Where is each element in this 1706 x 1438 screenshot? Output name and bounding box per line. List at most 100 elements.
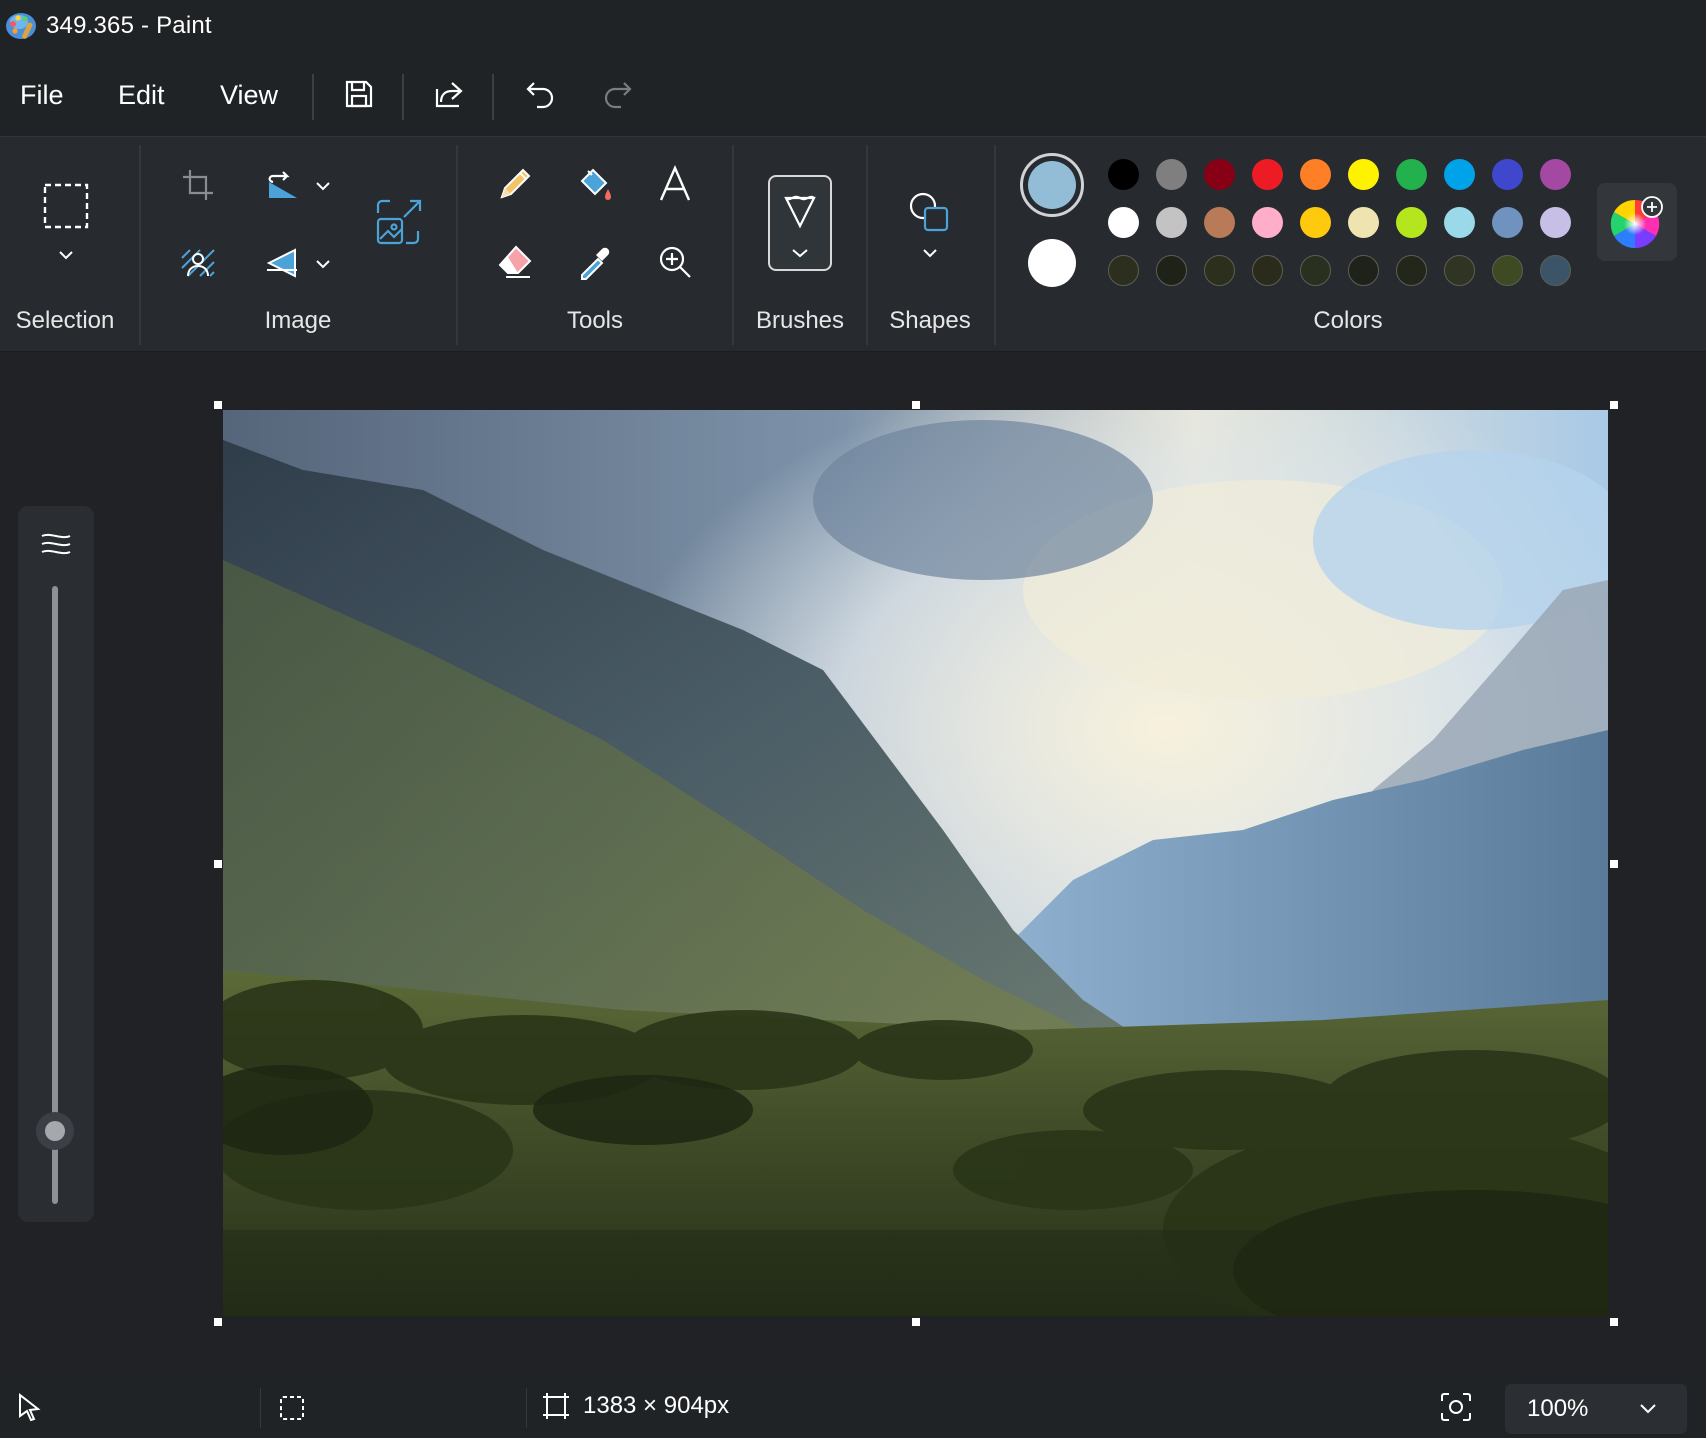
canvas-size-text: 1383 × 904px — [583, 1392, 730, 1419]
color-swatch[interactable] — [1444, 159, 1475, 190]
color-swatch[interactable] — [1300, 207, 1331, 238]
color-swatch[interactable] — [1540, 207, 1571, 238]
resize-handle-bottom-left[interactable] — [213, 1317, 223, 1327]
window-title: 349.365 - Paint — [46, 12, 212, 39]
menu-file[interactable]: File — [20, 80, 64, 111]
share-button[interactable] — [427, 72, 471, 116]
zoom-slider-thumb[interactable] — [36, 1112, 74, 1150]
paint-app-icon — [6, 13, 36, 39]
rotate-dropdown[interactable] — [310, 173, 336, 199]
chevron-down-icon — [316, 260, 330, 269]
resize-handle-right[interactable] — [1609, 859, 1619, 869]
magnifier-button[interactable] — [652, 239, 698, 285]
color-swatch[interactable] — [1300, 159, 1331, 190]
primary-color-ring[interactable] — [1020, 153, 1084, 217]
color-swatch[interactable] — [1156, 159, 1187, 190]
redo-button[interactable] — [596, 72, 640, 116]
selection-size-icon — [280, 1396, 304, 1420]
color-swatch[interactable] — [1252, 207, 1283, 238]
color-picker-button[interactable] — [572, 239, 618, 285]
color-swatch[interactable] — [1348, 207, 1379, 238]
flip-dropdown[interactable] — [310, 251, 336, 277]
zoom-slider-panel — [18, 506, 94, 1222]
resize-handle-bottom-right[interactable] — [1609, 1317, 1619, 1327]
shapes-dropdown[interactable] — [918, 241, 942, 265]
color-swatch[interactable] — [1396, 255, 1427, 286]
selection-dropdown[interactable] — [54, 243, 78, 267]
group-label-tools: Tools — [566, 307, 624, 334]
color-swatch[interactable] — [1492, 207, 1523, 238]
save-icon — [345, 80, 373, 108]
color-swatch[interactable] — [1444, 207, 1475, 238]
color-swatch[interactable] — [1204, 159, 1235, 190]
save-button[interactable] — [337, 72, 381, 116]
pencil-icon — [500, 168, 531, 199]
color-swatch[interactable] — [1156, 207, 1187, 238]
color-swatch[interactable] — [1108, 255, 1139, 286]
share-icon — [435, 82, 463, 108]
text-button[interactable] — [652, 161, 698, 207]
resize-handle-top[interactable] — [911, 400, 921, 410]
rotate-button[interactable] — [260, 163, 304, 207]
undo-button[interactable] — [518, 72, 562, 116]
color-swatch[interactable] — [1396, 207, 1427, 238]
zoom-dropdown[interactable]: 100% — [1505, 1384, 1687, 1434]
redo-icon — [604, 82, 632, 109]
resize-handle-bottom[interactable] — [911, 1317, 921, 1327]
canvas-image[interactable] — [223, 410, 1608, 1316]
chevron-down-icon — [59, 251, 73, 260]
color-swatch[interactable] — [1540, 255, 1571, 286]
group-divider — [866, 145, 868, 345]
landscape-painting — [223, 410, 1608, 1316]
eraser-button[interactable] — [492, 239, 538, 285]
shapes-button[interactable] — [904, 187, 954, 237]
menu-edit[interactable]: Edit — [118, 80, 165, 111]
primary-color — [1028, 161, 1076, 209]
fit-to-window-icon[interactable] — [1440, 1392, 1472, 1422]
menu-divider — [312, 74, 314, 120]
group-label-shapes: Shapes — [889, 307, 971, 334]
pencil-button[interactable] — [492, 161, 538, 207]
color-swatch[interactable] — [1300, 255, 1331, 286]
color-swatch[interactable] — [1204, 255, 1235, 286]
color-picker-icon — [581, 247, 610, 280]
group-label-selection: Selection — [15, 307, 115, 334]
status-divider — [260, 1388, 261, 1428]
color-swatch[interactable] — [1252, 159, 1283, 190]
remove-background-button[interactable] — [176, 241, 220, 285]
brushes-button[interactable] — [768, 175, 832, 271]
ribbon-toolbar: Selection Image Tools Brushes Shapes Col… — [0, 136, 1706, 352]
zoom-value: 100% — [1527, 1395, 1589, 1422]
color-swatch[interactable] — [1108, 207, 1139, 238]
resize-handle-top-left[interactable] — [213, 400, 223, 410]
edit-colors-button[interactable] — [1597, 183, 1677, 261]
color-swatch[interactable] — [1108, 159, 1139, 190]
selection-button[interactable] — [38, 177, 94, 233]
chevron-down-icon — [923, 249, 937, 258]
eraser-icon — [498, 245, 532, 278]
resize-handle-top-right[interactable] — [1609, 400, 1619, 410]
color-swatch[interactable] — [1252, 255, 1283, 286]
color-swatch[interactable] — [1204, 207, 1235, 238]
rotate-icon — [268, 171, 297, 198]
resize-button[interactable] — [374, 197, 424, 247]
remove-background-icon — [181, 249, 215, 277]
menu-view[interactable]: View — [220, 80, 278, 111]
color-swatch[interactable] — [1396, 159, 1427, 190]
color-swatch[interactable] — [1348, 255, 1379, 286]
status-divider — [526, 1388, 527, 1428]
flip-button[interactable] — [260, 241, 304, 285]
fill-button[interactable] — [572, 161, 618, 207]
secondary-color[interactable] — [1028, 239, 1076, 287]
color-swatch[interactable] — [1348, 159, 1379, 190]
color-swatch[interactable] — [1540, 159, 1571, 190]
resize-handle-left[interactable] — [213, 859, 223, 869]
crop-button[interactable] — [176, 163, 220, 207]
color-swatch[interactable] — [1492, 159, 1523, 190]
color-swatch[interactable] — [1156, 255, 1187, 286]
color-swatch[interactable] — [1492, 255, 1523, 286]
magnifier-icon — [659, 246, 691, 278]
undo-icon — [526, 82, 554, 109]
color-swatch[interactable] — [1444, 255, 1475, 286]
group-divider — [994, 145, 996, 345]
